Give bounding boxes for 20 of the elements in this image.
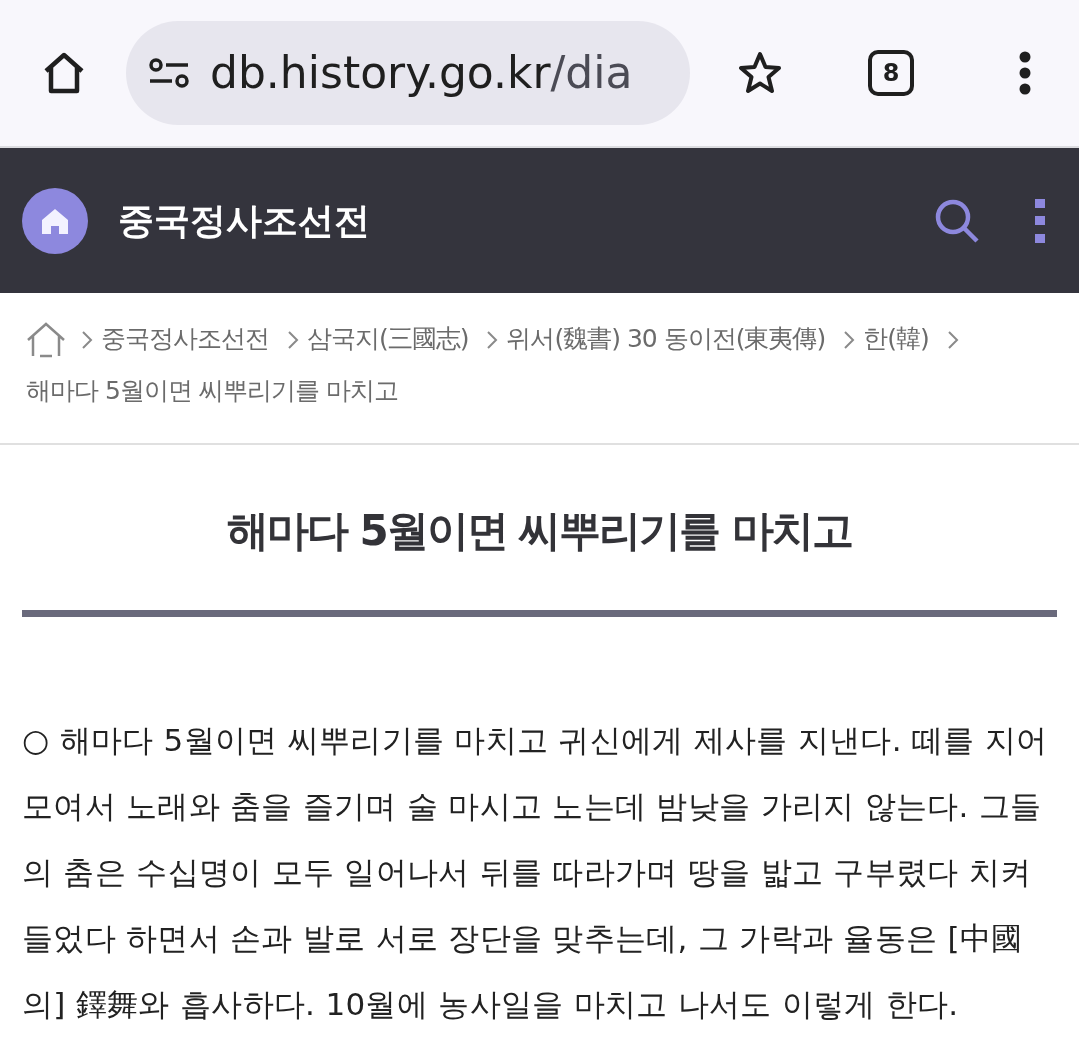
tab-count-button[interactable]: 8 bbox=[868, 50, 914, 96]
more-icon[interactable] bbox=[1035, 198, 1045, 243]
breadcrumb-link[interactable]: 삼국지(三國志) bbox=[306, 324, 469, 353]
menu-icon[interactable] bbox=[1018, 51, 1032, 95]
url-host: db.history.go.kr bbox=[210, 47, 551, 98]
article-title: 해마다 5월이면 씨뿌리기를 마치고 bbox=[225, 505, 854, 557]
breadcrumb-link[interactable]: 해마다 5월이면 씨뿌리기를 마치고 bbox=[26, 376, 398, 405]
chevron-icon bbox=[80, 330, 93, 350]
url-path: /dia bbox=[550, 47, 633, 98]
chevron-icon bbox=[843, 330, 856, 350]
chevron-icon bbox=[946, 330, 959, 350]
breadcrumb-link[interactable]: 위서(魏書) 30 동이전(東夷傳) bbox=[506, 324, 826, 353]
site-title[interactable]: 중국정사조선전 bbox=[118, 193, 370, 248]
chevron-icon bbox=[286, 330, 299, 350]
breadcrumb-link[interactable]: 한(韓) bbox=[863, 324, 929, 353]
chevron-icon bbox=[486, 330, 499, 350]
site-settings-icon bbox=[148, 57, 190, 89]
article-paragraph: ○ 해마다 5월이면 씨뿌리기를 마치고 귀신에게 제사를 지낸다. 떼를 지어 모여서 노래와 춤을 즐기며 술 마시고 노는데 밤낮을 가리지 않는다. 그들의 춤은 수십명이 모두 일어나서 뒤를 따라가며 땅을 밟고 구부렸다 치켜들었다 하면서 손과 발로 서로 장단을 맞추는데, 그 가락과 율동은 [中國의] 鐸舞와 흡사하다. 10월에 농사일을 마치고 나서도 이렇게 한다. bbox=[22, 721, 1049, 1024]
address-bar[interactable]: db.history.go.kr/dia bbox=[126, 21, 690, 125]
breadcrumb-link[interactable]: 중국정사조선전 bbox=[100, 324, 269, 353]
